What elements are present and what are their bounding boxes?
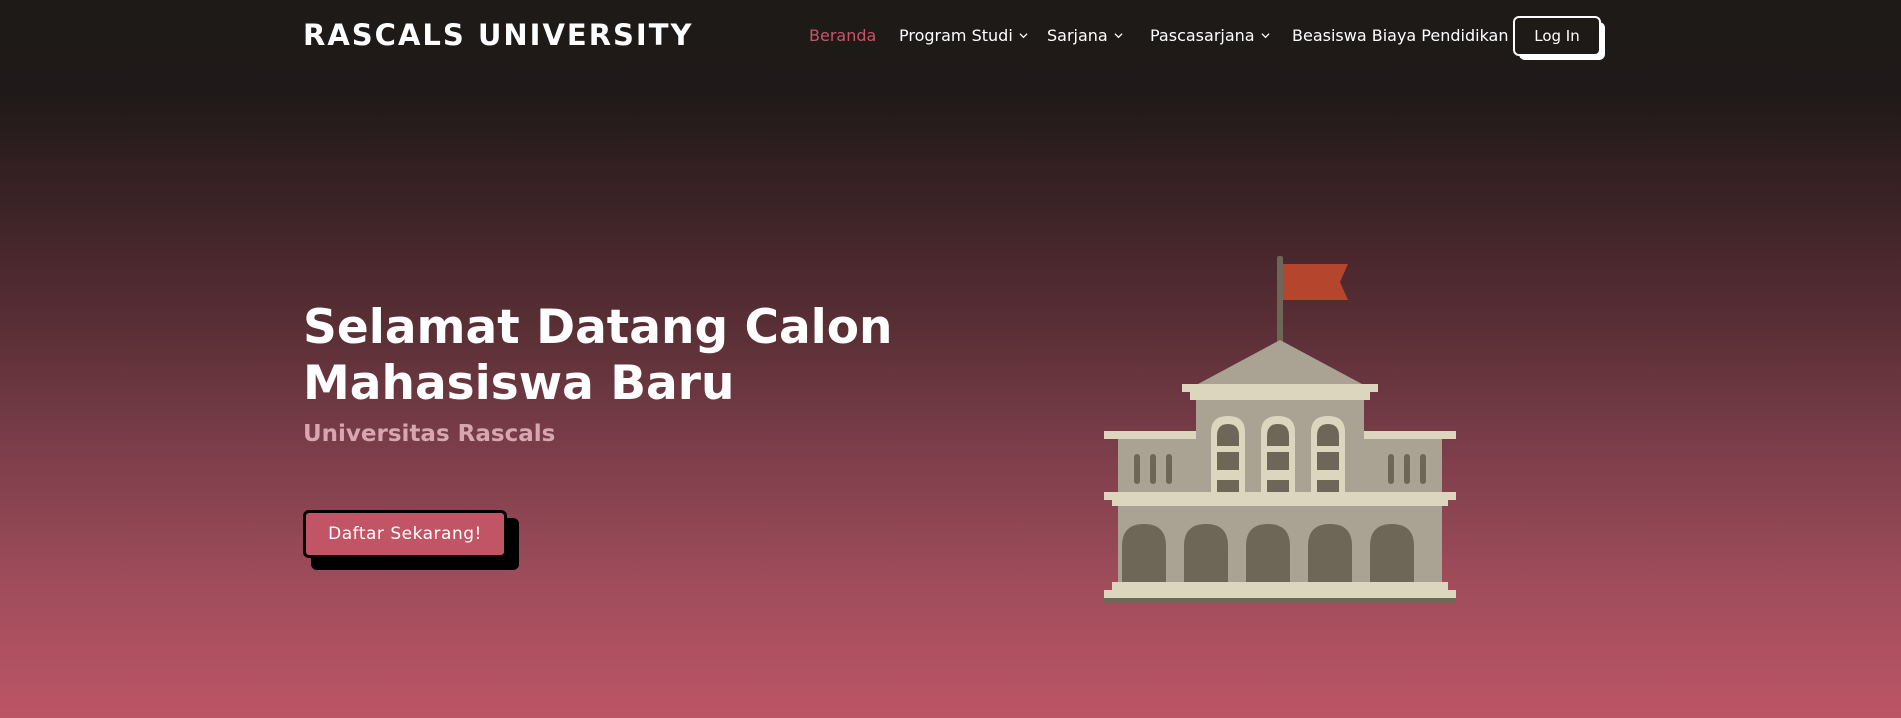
hero-subtitle: Universitas Rascals (303, 421, 556, 447)
login-button[interactable]: Log In (1513, 16, 1601, 56)
cta-wrapper: Daftar Sekarang! (303, 510, 519, 570)
brand-logo[interactable]: RASCALS UNIVERSITY (303, 18, 694, 52)
nav-beranda[interactable]: Beranda (809, 26, 876, 45)
nav-program-studi-label: Program Studi (899, 26, 1013, 45)
register-now-button[interactable]: Daftar Sekarang! (303, 510, 507, 558)
hero-title-line-2: Mahasiswa Baru (303, 356, 735, 411)
navbar: RASCALS UNIVERSITY Beranda Program Studi… (0, 0, 1901, 72)
nav-sarjana-label: Sarjana (1047, 26, 1108, 45)
university-building-icon (1104, 256, 1456, 604)
nav-program-studi[interactable]: Program Studi (899, 26, 1028, 45)
hero-title-line-1: Selamat Datang Calon (303, 300, 893, 355)
hero-title: Selamat Datang Calon Mahasiswa Baru (303, 300, 903, 412)
login-button-wrapper: Log In (1513, 16, 1605, 60)
chevron-down-icon (1114, 33, 1123, 39)
nav-pascasarjana[interactable]: Pascasarjana (1150, 26, 1270, 45)
nav-pascasarjana-label: Pascasarjana (1150, 26, 1255, 45)
nav-sarjana[interactable]: Sarjana (1047, 26, 1123, 45)
chevron-down-icon (1261, 33, 1270, 39)
nav-beasiswa-label: Beasiswa Biaya Pendidikan (1292, 26, 1509, 45)
chevron-down-icon (1019, 33, 1028, 39)
nav-beasiswa[interactable]: Beasiswa Biaya Pendidikan (1292, 26, 1509, 45)
nav-beranda-label: Beranda (809, 26, 877, 45)
